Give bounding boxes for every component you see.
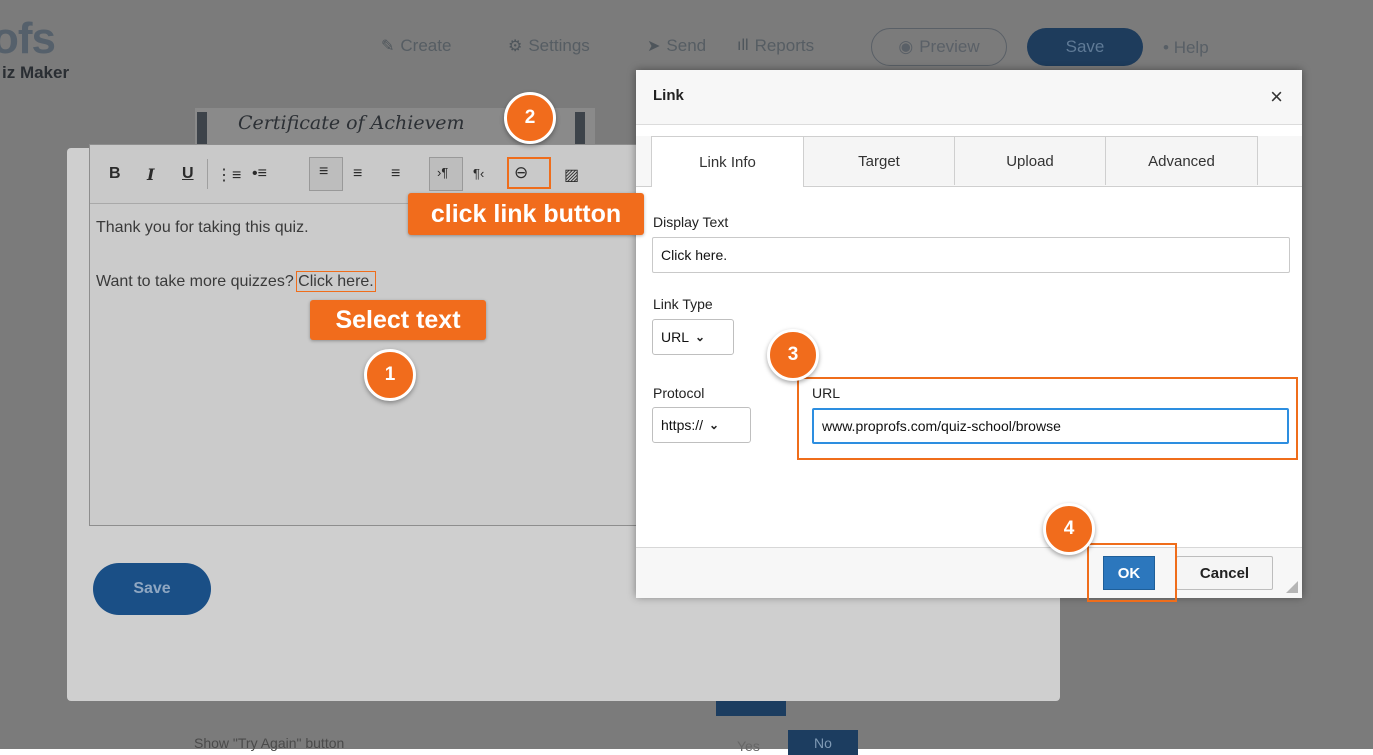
step-2-badge: 2 bbox=[504, 92, 556, 144]
close-icon[interactable]: × bbox=[1270, 84, 1283, 110]
dialog-title: Link bbox=[653, 87, 684, 104]
italic-button[interactable]: I bbox=[147, 165, 154, 184]
resize-handle[interactable] bbox=[1286, 581, 1298, 593]
display-text-label: Display Text bbox=[653, 214, 729, 230]
certificate-title: Certificate of Achievem bbox=[238, 112, 465, 134]
nav-create[interactable]: ✎ Create bbox=[381, 36, 451, 56]
align-center-icon[interactable]: ≡ bbox=[353, 165, 362, 183]
ok-highlight bbox=[1087, 543, 1177, 602]
toolbar-divider bbox=[207, 159, 208, 189]
editor-content[interactable]: Thank you for taking this quiz. Want to … bbox=[96, 217, 376, 292]
tab-target[interactable]: Target bbox=[803, 136, 955, 185]
pencil-icon: ✎ bbox=[381, 38, 395, 55]
underline-button[interactable]: U bbox=[182, 165, 194, 183]
nav-settings-label: Settings bbox=[528, 36, 590, 55]
tab-upload[interactable]: Upload bbox=[954, 136, 1106, 185]
selected-link-text[interactable]: Click here. bbox=[296, 271, 376, 292]
cancel-button[interactable]: Cancel bbox=[1176, 556, 1273, 590]
link-button-highlight bbox=[507, 157, 551, 189]
step-3-badge: 3 bbox=[767, 329, 819, 381]
help-label: Help bbox=[1173, 38, 1209, 57]
banner-edge-left bbox=[197, 112, 207, 144]
link-dialog: Link × Link Info Target Upload Advanced … bbox=[636, 70, 1302, 598]
link-type-select[interactable]: URL ⌄ bbox=[652, 319, 734, 355]
step-4-badge: 4 bbox=[1043, 503, 1095, 555]
chevron-down-icon: ⌄ bbox=[695, 330, 706, 344]
select-text-callout: Select text bbox=[310, 300, 486, 340]
try-again-yes[interactable]: Yes bbox=[737, 738, 760, 754]
image-icon[interactable]: ▨ bbox=[564, 165, 579, 185]
protocol-select[interactable]: https:// ⌄ bbox=[652, 407, 751, 443]
preview-label: Preview bbox=[919, 37, 980, 56]
ltr-icon[interactable]: ›¶ bbox=[429, 157, 463, 191]
logo-subtitle: iz Maker bbox=[2, 63, 70, 82]
top-save-button[interactable]: Save bbox=[1027, 28, 1143, 66]
help-link[interactable]: • Help bbox=[1163, 38, 1209, 58]
numbered-list-icon[interactable]: ⋮≡ bbox=[216, 165, 241, 185]
background-button bbox=[716, 701, 786, 716]
align-right-icon[interactable]: ≡ bbox=[391, 165, 400, 183]
bulleted-list-icon[interactable]: •≡ bbox=[252, 165, 267, 183]
align-left-icon[interactable]: ≡ bbox=[309, 157, 343, 191]
editor-line-2: Want to take more quizzes? Click here. bbox=[96, 271, 376, 292]
send-icon: ➤ bbox=[647, 38, 661, 55]
dialog-tabs: Link Info Target Upload Advanced bbox=[636, 136, 1302, 187]
try-again-no[interactable]: No bbox=[788, 730, 858, 755]
url-highlight bbox=[797, 377, 1298, 460]
display-text-input[interactable] bbox=[652, 237, 1290, 273]
editor-line-2-prefix: Want to take more quizzes? bbox=[96, 273, 299, 290]
link-type-label: Link Type bbox=[653, 296, 713, 312]
banner-edge-right bbox=[575, 112, 585, 144]
logo: ofs bbox=[0, 14, 56, 63]
nav-reports-label: Reports bbox=[754, 36, 815, 55]
dialog-header: Link × bbox=[636, 70, 1302, 125]
bar-chart-icon: ıll bbox=[737, 37, 749, 54]
click-link-button-callout: click link button bbox=[408, 193, 644, 235]
nav-send-label: Send bbox=[666, 36, 707, 55]
preview-button[interactable]: ◉ Preview bbox=[871, 28, 1007, 66]
step-1-badge: 1 bbox=[364, 349, 416, 401]
editor-line-1: Thank you for taking this quiz. bbox=[96, 219, 309, 236]
protocol-value: https:// bbox=[661, 417, 704, 433]
tab-link-info[interactable]: Link Info bbox=[651, 136, 804, 187]
link-type-value: URL bbox=[661, 329, 690, 345]
chevron-down-icon: ⌄ bbox=[709, 418, 720, 432]
nav-settings[interactable]: ⚙ Settings bbox=[508, 36, 590, 56]
protocol-label: Protocol bbox=[653, 385, 705, 401]
tab-advanced[interactable]: Advanced bbox=[1105, 136, 1258, 185]
nav-create-label: Create bbox=[400, 36, 452, 55]
eye-icon: ◉ bbox=[898, 37, 914, 56]
editor-save-button[interactable]: Save bbox=[93, 563, 211, 615]
gear-icon: ⚙ bbox=[508, 38, 523, 55]
nav-send[interactable]: ➤ Send bbox=[647, 36, 706, 56]
nav-reports[interactable]: ıll Reports bbox=[737, 36, 814, 56]
rtl-icon[interactable]: ¶‹ bbox=[473, 166, 484, 181]
bold-button[interactable]: B bbox=[109, 165, 121, 183]
